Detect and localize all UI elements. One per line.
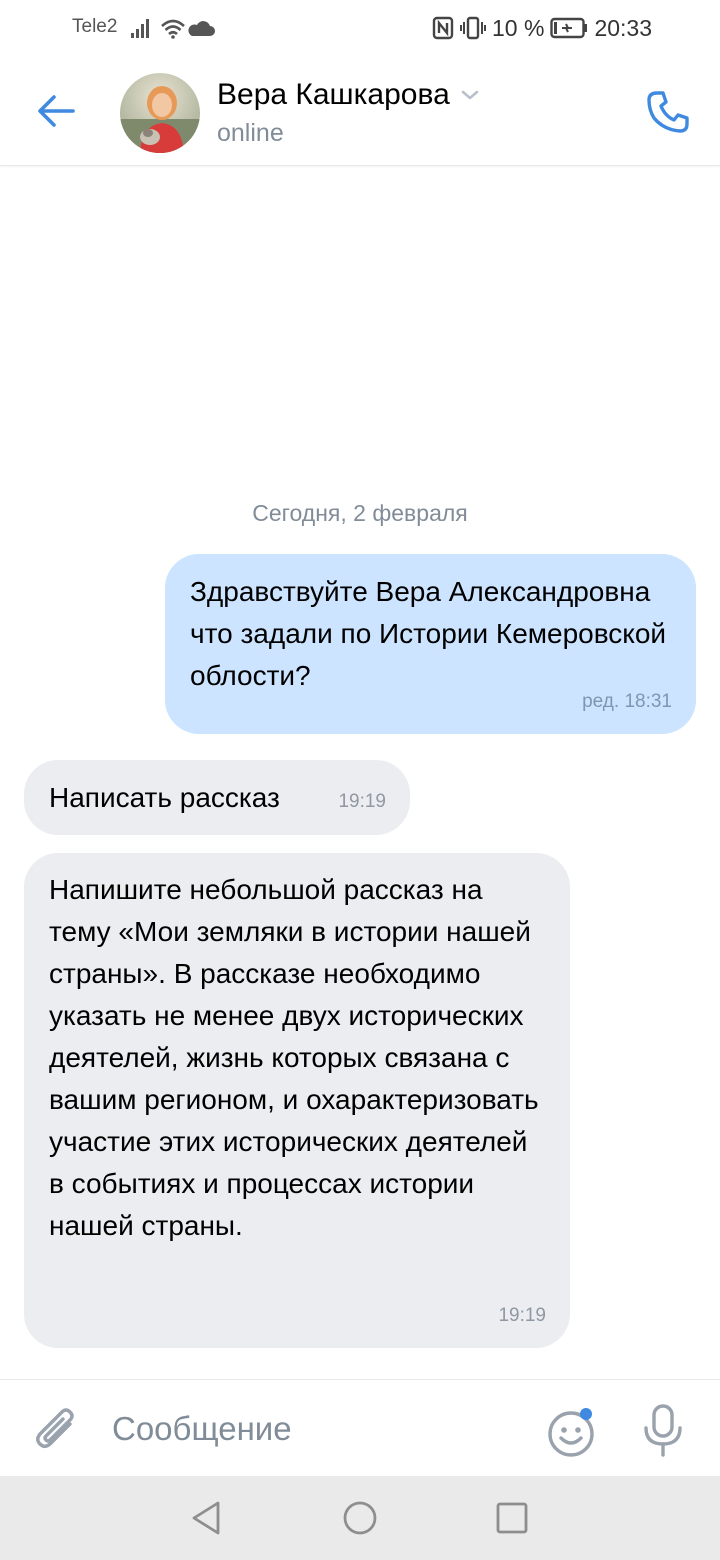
arrow-left-icon: [38, 95, 75, 127]
avatar[interactable]: [120, 73, 200, 153]
chevron-down-icon[interactable]: [460, 89, 480, 101]
status-icons-right: 10 % 20:33: [432, 14, 652, 42]
message-time: ред. 18:31: [582, 691, 672, 712]
message-input[interactable]: [112, 1398, 522, 1460]
clock: 20:33: [594, 14, 652, 41]
nav-back-icon: [192, 1501, 220, 1535]
contact-name[interactable]: Вера Кашкарова: [217, 78, 480, 112]
message-bubble-incoming[interactable]: Написать рассказ 19:19: [24, 760, 410, 835]
message-time: 19:19: [338, 791, 386, 812]
nav-home-icon: [343, 1501, 377, 1535]
message-time: 19:19: [498, 1305, 546, 1326]
message-bubble-incoming[interactable]: Напишите небольшой рассказ на тему «Мои …: [24, 853, 570, 1348]
contact-name-text: Вера Кашкарова: [217, 78, 450, 111]
contact-photo: [120, 73, 200, 153]
microphone-button[interactable]: [638, 1402, 688, 1460]
attach-button[interactable]: [32, 1402, 84, 1458]
smile-icon: [548, 1408, 594, 1457]
status-icons-left: [130, 16, 222, 40]
carrier-label: Tele2: [72, 16, 118, 37]
message-text: Написать рассказ: [49, 782, 280, 813]
nav-recents-icon: [496, 1502, 528, 1534]
status-bar: Tele2 10 % 20:33: [0, 0, 720, 56]
phone-icon: [647, 91, 689, 133]
signal-wifi-cloud-icons: [131, 19, 215, 39]
date-separator: Сегодня, 2 февраля: [252, 500, 468, 526]
message-text: Здравствуйте Вера Александровна что зада…: [190, 576, 667, 691]
nav-back-button[interactable]: [184, 1496, 228, 1540]
back-button[interactable]: [28, 86, 84, 136]
battery-charging-icon: [550, 17, 588, 39]
nav-home-button[interactable]: [338, 1496, 382, 1540]
nav-recents-button[interactable]: [490, 1496, 534, 1540]
chat-header: Вера Кашкарова online: [0, 56, 720, 166]
message-composer: [0, 1379, 720, 1476]
nfc-icon: [432, 16, 454, 40]
call-button[interactable]: [640, 84, 696, 140]
contact-status: online: [217, 119, 284, 147]
microphone-icon: [644, 1404, 682, 1457]
emoji-button[interactable]: [544, 1404, 600, 1460]
paperclip-icon: [36, 1408, 74, 1448]
vibrate-icon: [460, 16, 486, 40]
system-nav-bar: [0, 1476, 720, 1560]
battery-percent: 10 %: [492, 14, 545, 41]
message-bubble-outgoing[interactable]: Здравствуйте Вера Александровна что зада…: [165, 554, 696, 734]
message-text: Напишите небольшой рассказ на тему «Мои …: [49, 874, 539, 1241]
